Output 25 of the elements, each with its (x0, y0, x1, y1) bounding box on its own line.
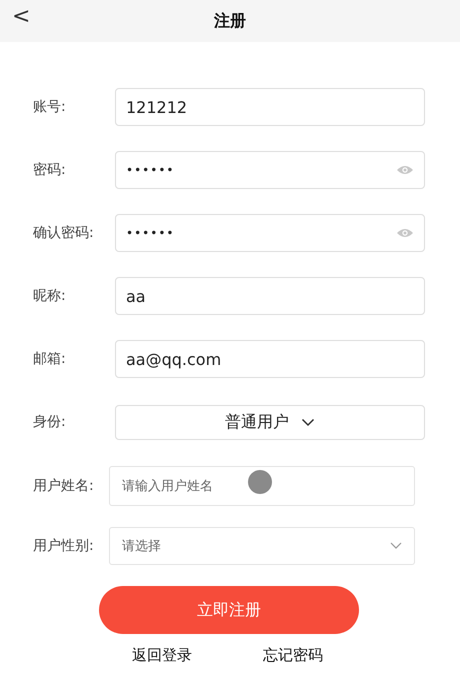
password-field[interactable]: •••••• (115, 214, 425, 252)
field-label: 密码: (33, 161, 67, 179)
field-label: 邮箱: (33, 350, 67, 368)
text-link[interactable]: 忘记密码 (263, 646, 323, 665)
field-label: 昵称: (33, 287, 67, 305)
text-field[interactable]: 121212 (115, 88, 425, 126)
text-link[interactable]: 返回登录 (132, 646, 192, 665)
dropdown[interactable]: 请选择 (109, 527, 415, 565)
touch-indicator (248, 470, 272, 494)
dropdown[interactable]: 普通用户 (115, 404, 425, 440)
text-field[interactable]: aa@qq.com (115, 340, 425, 378)
page-title: 注册 (214, 10, 246, 32)
field-label: 账号: (33, 98, 67, 116)
field-label: 身份: (33, 413, 67, 431)
chevron-down-icon (301, 418, 315, 426)
password-field[interactable]: •••••• (115, 151, 425, 189)
text-field[interactable]: aa (115, 277, 425, 315)
back-button[interactable]: < (12, 4, 30, 29)
eye-icon[interactable] (396, 164, 414, 176)
text-field[interactable]: 请输入用户姓名 (109, 466, 415, 506)
field-label: 用户性别: (33, 537, 95, 555)
chevron-down-icon (390, 542, 402, 550)
eye-icon[interactable] (396, 227, 414, 239)
field-label: 用户姓名: (33, 477, 95, 495)
field-label: 确认密码: (33, 224, 95, 242)
